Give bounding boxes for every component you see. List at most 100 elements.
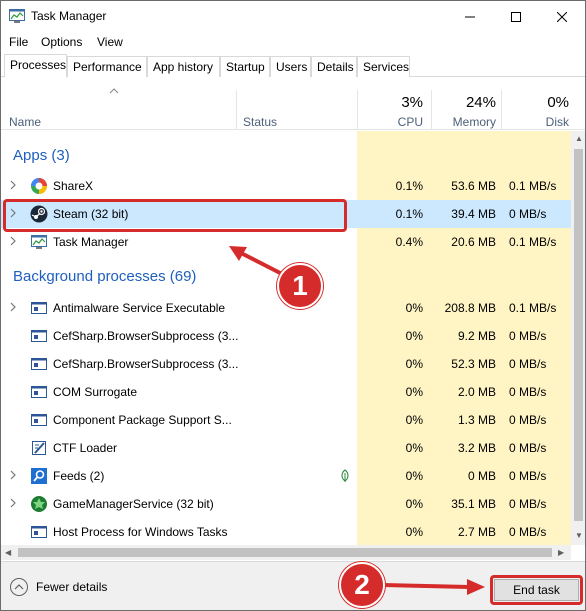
group-title-apps: Apps (3) [13,147,70,164]
scroll-left-icon[interactable]: ◀ [5,548,11,557]
menu-view[interactable]: View [97,35,123,49]
task-manager-icon [31,235,47,249]
maximize-button[interactable] [493,1,539,33]
sort-ascending-icon[interactable] [109,88,119,94]
disk-value: 0 MB/s [509,441,547,455]
process-name: Host Process for Windows Tasks [53,525,228,539]
process-row[interactable]: Host Process for Windows Tasks 0% 2.7 MB… [1,518,571,545]
process-row[interactable]: Task Manager 0.4% 20.6 MB 0.1 MB/s [1,228,571,256]
memory-value: 20.6 MB [451,235,496,249]
step-badge-2: 2 [339,562,385,608]
group-header-apps: Apps (3) [1,141,571,169]
column-name-header[interactable]: Name [9,115,41,129]
chevron-right-icon[interactable] [9,470,17,480]
service-window-icon [31,414,47,426]
chevron-right-icon[interactable] [9,236,17,246]
process-row[interactable]: CefSharp.BrowserSubprocess (3... 0% 52.3… [1,350,571,378]
cpu-value: 0% [405,497,423,511]
process-row[interactable]: ShareX 0.1% 53.6 MB 0.1 MB/s [1,172,571,200]
highlight-steam-row [3,199,347,232]
process-name: COM Surrogate [53,385,138,399]
scroll-down-icon[interactable]: ▼ [575,531,583,540]
tab-strip: Processes Performance App history Startu… [1,54,585,78]
service-window-icon [31,330,47,342]
disk-percent: 0% [547,94,569,111]
vertical-scrollbar[interactable]: ▲ ▼ [571,131,585,545]
game-manager-icon [31,496,47,512]
title-bar: Task Manager [1,1,585,33]
column-disk-header[interactable]: Disk [501,115,569,129]
group-title-background: Background processes (69) [13,268,197,285]
chevron-right-icon[interactable] [9,302,17,312]
close-icon [557,12,567,22]
horizontal-scroll-thumb[interactable] [18,548,552,557]
tab-details[interactable]: Details [311,56,357,77]
tab-performance[interactable]: Performance [67,56,147,77]
memory-value: 53.6 MB [451,179,496,193]
chevron-right-icon[interactable] [9,180,17,190]
chevron-right-icon[interactable] [9,498,17,508]
cpu-value: 0% [405,413,423,427]
process-row[interactable]: COM Surrogate 0% 2.0 MB 0 MB/s [1,378,571,406]
memory-value: 52.3 MB [451,357,496,371]
fewer-details-link[interactable]: Fewer details [36,580,107,594]
memory-value: 0 MB [467,469,496,483]
memory-value: 1.3 MB [457,413,496,427]
memory-value: 208.8 MB [444,301,496,315]
scroll-up-icon[interactable]: ▲ [575,134,583,143]
highlight-end-task [490,575,583,605]
disk-value: 0 MB/s [509,329,547,343]
process-name: Task Manager [53,235,129,249]
tab-app-history[interactable]: App history [147,56,220,77]
cpu-value: 0% [405,469,423,483]
menu-options[interactable]: Options [41,35,82,49]
cpu-value: 0% [405,385,423,399]
minimize-icon [465,16,475,18]
chevron-up-icon [14,584,24,590]
process-name: ShareX [53,179,94,193]
column-status-header[interactable]: Status [243,115,277,129]
disk-value: 0 MB/s [509,207,547,221]
service-window-icon [31,386,47,398]
disk-value: 0.1 MB/s [509,179,557,193]
column-memory-header[interactable]: Memory [431,115,496,129]
column-cpu-header[interactable]: CPU [357,115,423,129]
process-row[interactable]: GameManagerService (32 bit) 0% 35.1 MB 0… [1,490,571,518]
menu-bar: File Options View [1,33,585,53]
cpu-value: 0% [405,329,423,343]
cpu-value: 0.4% [395,235,423,249]
tab-processes[interactable]: Processes [4,54,67,78]
disk-value: 0.1 MB/s [509,301,557,315]
service-window-icon [31,526,47,538]
process-name: Feeds (2) [53,469,105,483]
cpu-value: 0.1% [395,207,423,221]
disk-value: 0 MB/s [509,469,547,483]
menu-file[interactable]: File [9,35,28,49]
task-manager-window: Task Manager File Options View Processes… [0,0,586,611]
vertical-scroll-thumb[interactable] [574,149,583,521]
memory-value: 9.2 MB [457,329,496,343]
cpu-percent: 3% [401,94,423,111]
minimize-button[interactable] [447,1,493,33]
process-row[interactable]: Feeds (2) 0% 0 MB 0 MB/s [1,462,571,490]
process-name: Antimalware Service Executable [53,301,226,315]
tab-users[interactable]: Users [270,56,311,77]
cpu-value: 0% [405,441,423,455]
close-button[interactable] [539,1,585,33]
tab-startup[interactable]: Startup [220,56,270,77]
disk-value: 0 MB/s [509,497,547,511]
maximize-icon [511,12,521,22]
process-row[interactable]: Component Package Support S... 0% 1.3 MB… [1,406,571,434]
tab-services[interactable]: Services [357,56,410,77]
process-row[interactable]: CefSharp.BrowserSubprocess (3... 0% 9.2 … [1,322,571,350]
step-badge-1: 1 [277,263,323,309]
horizontal-scrollbar[interactable]: ◀ ▶ [1,545,571,560]
process-name: CefSharp.BrowserSubprocess (3... [53,357,239,371]
column-divider[interactable] [236,90,237,130]
sharex-icon [31,178,47,194]
scroll-right-icon[interactable]: ▶ [558,548,564,557]
memory-value: 39.4 MB [451,207,496,221]
fewer-details-toggle[interactable] [10,578,28,596]
process-row[interactable]: CTF Loader 0% 3.2 MB 0 MB/s [1,434,571,462]
process-name: CTF Loader [53,441,118,455]
